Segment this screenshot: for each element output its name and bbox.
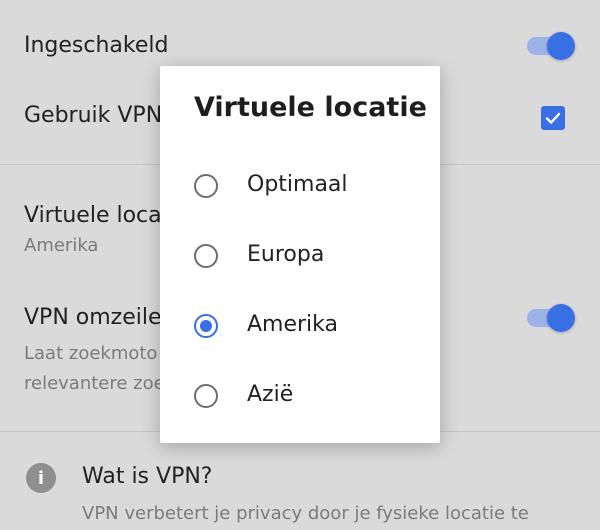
info-desc: VPN verbetert je privacy door je fysieke… bbox=[82, 503, 529, 524]
option-label: Amerika bbox=[247, 312, 339, 337]
use-vpn-checkbox[interactable] bbox=[541, 106, 565, 130]
radio-button[interactable] bbox=[194, 174, 218, 198]
option-label: Optimaal bbox=[247, 172, 348, 197]
enabled-switch[interactable] bbox=[523, 29, 575, 63]
use-vpn-label: Gebruik VPN bbox=[24, 103, 163, 128]
info-title: Wat is VPN? bbox=[82, 464, 213, 489]
radio-button[interactable] bbox=[194, 384, 218, 408]
dialog-title: Virtuele locatie bbox=[194, 92, 427, 123]
bypass-label: VPN omzeilen bbox=[24, 305, 176, 330]
option-label: Azië bbox=[247, 382, 294, 407]
info-icon: i bbox=[26, 463, 56, 493]
switch-thumb bbox=[547, 304, 575, 332]
location-value: Amerika bbox=[24, 235, 99, 256]
radio-button[interactable] bbox=[194, 244, 218, 268]
option-europa[interactable]: Europa bbox=[160, 228, 440, 288]
bypass-desc-line1: Laat zoekmoto bbox=[24, 343, 158, 364]
enabled-label: Ingeschakeld bbox=[24, 33, 169, 58]
bypass-switch[interactable] bbox=[523, 301, 575, 335]
location-label[interactable]: Virtuele locat bbox=[24, 203, 170, 228]
option-azie[interactable]: Azië bbox=[160, 368, 440, 428]
option-amerika[interactable]: Amerika bbox=[160, 298, 440, 358]
virtual-location-dialog: Virtuele locatie Optimaal Europa Amerika… bbox=[160, 66, 440, 443]
check-icon bbox=[545, 112, 561, 124]
option-optimaal[interactable]: Optimaal bbox=[160, 158, 440, 218]
option-label: Europa bbox=[247, 242, 325, 267]
radio-button-selected[interactable] bbox=[194, 314, 218, 338]
bypass-desc-line2: relevantere zoe bbox=[24, 373, 165, 394]
switch-thumb bbox=[547, 32, 575, 60]
